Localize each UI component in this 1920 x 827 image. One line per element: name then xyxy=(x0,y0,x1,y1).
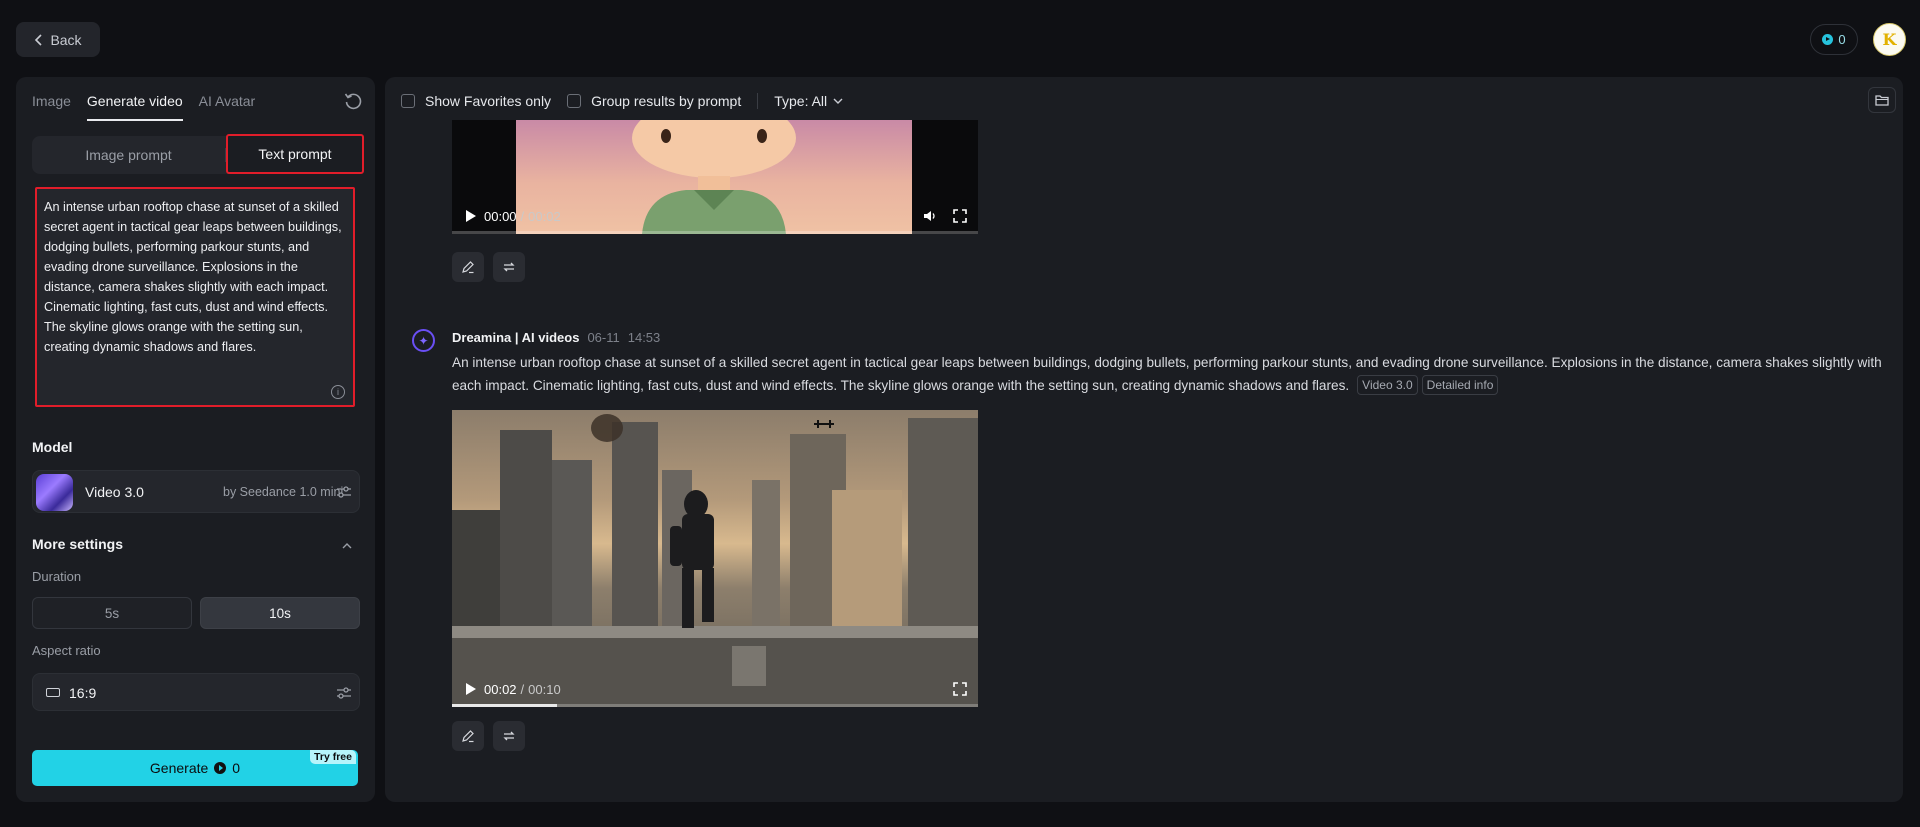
video-player-2[interactable]: 00:02 / 00:10 xyxy=(452,410,978,707)
video-progress[interactable] xyxy=(452,704,978,707)
aspect-ratio-selector[interactable]: 16:9 xyxy=(32,673,360,711)
play-icon[interactable] xyxy=(466,683,476,695)
current-time: 00:02 xyxy=(484,681,517,697)
tab-image[interactable]: Image xyxy=(32,91,71,121)
generate-label: Generate xyxy=(149,760,209,776)
aspect-ratio-label: Aspect ratio xyxy=(32,643,101,658)
rooftop-scene-image xyxy=(452,414,978,707)
aspect-ratio-value: 16:9 xyxy=(69,685,97,701)
folder-icon xyxy=(1875,95,1889,106)
credit-coin-icon xyxy=(1822,34,1834,45)
entry-author: Dreamina | AI videos xyxy=(452,330,580,345)
time-separator: / xyxy=(520,681,525,697)
try-free-badge: Try free xyxy=(310,750,356,764)
more-settings-title[interactable]: More settings xyxy=(32,536,123,552)
model-tag[interactable]: Video 3.0 xyxy=(1357,375,1418,395)
model-name: Video 3.0 xyxy=(85,484,144,500)
fullscreen-icon[interactable] xyxy=(952,681,968,697)
type-dropdown[interactable]: Type: All xyxy=(774,93,843,109)
back-label: Back xyxy=(50,31,82,48)
group-filter[interactable]: Group results by prompt xyxy=(567,93,741,109)
regenerate-button[interactable] xyxy=(493,721,525,751)
edit-button[interactable] xyxy=(452,252,484,282)
back-button[interactable]: Back xyxy=(16,22,100,57)
avatar[interactable]: K xyxy=(1873,23,1906,56)
generation-panel: Image Generate video AI Avatar Image pro… xyxy=(16,77,375,802)
entry-date: 06-11 xyxy=(587,330,620,345)
top-bar: Back 0 K xyxy=(0,0,1920,77)
settings-sliders-icon[interactable] xyxy=(336,484,352,500)
video-actions-2 xyxy=(452,721,525,751)
results-panel: Show Favorites only Group results by pro… xyxy=(385,77,1903,802)
duration-10s-button[interactable]: 10s xyxy=(200,597,360,629)
group-checkbox[interactable] xyxy=(567,94,582,108)
prompt-text: An intense urban rooftop chase at sunset… xyxy=(44,200,342,354)
progress-fill xyxy=(452,704,558,707)
aspect-ratio-icon xyxy=(46,688,60,697)
text-prompt-button[interactable]: Text prompt xyxy=(226,134,364,174)
dreamina-logo-icon: ✦ xyxy=(412,329,435,352)
duration-options: 5s 10s xyxy=(32,597,360,629)
duration-label: Duration xyxy=(32,569,82,584)
tab-ai-avatar[interactable]: AI Avatar xyxy=(199,91,256,121)
detailed-info-tag[interactable]: Detailed info xyxy=(1421,375,1499,395)
video-controls: 00:00 / 00:02 xyxy=(452,198,978,234)
entry-prompt-text: An intense urban rooftop chase at sunset… xyxy=(452,355,1882,393)
edit-button[interactable] xyxy=(452,721,484,751)
folder-button[interactable] xyxy=(1868,87,1896,113)
repeat-icon xyxy=(503,262,515,272)
current-time: 00:00 xyxy=(484,208,517,224)
model-provider: by Seedance 1.0 mini xyxy=(223,485,344,499)
type-label: Type: All xyxy=(774,93,828,109)
credit-coin-icon xyxy=(214,762,227,774)
generate-button[interactable]: Generate 0 Try free xyxy=(32,750,358,786)
mode-tabs: Image Generate video AI Avatar xyxy=(32,91,255,121)
entry-time: 14:53 xyxy=(627,330,661,345)
chevron-left-icon xyxy=(35,33,43,46)
favorites-checkbox[interactable] xyxy=(401,94,415,108)
time-separator: / xyxy=(520,208,525,224)
settings-sliders-icon[interactable] xyxy=(336,685,352,701)
info-icon[interactable]: i xyxy=(331,385,345,399)
credits-badge[interactable]: 0 xyxy=(1810,24,1858,55)
credits-count: 0 xyxy=(1838,32,1846,47)
volume-icon[interactable] xyxy=(922,208,938,224)
avatar-letter: K xyxy=(1882,30,1897,49)
filter-bar: Show Favorites only Group results by pro… xyxy=(401,90,859,112)
image-prompt-button[interactable]: Image prompt xyxy=(32,136,225,174)
group-label: Group results by prompt xyxy=(591,93,742,109)
chevron-down-icon xyxy=(833,98,843,104)
video-actions-1 xyxy=(452,252,525,282)
prompt-textarea[interactable]: An intense urban rooftop chase at sunset… xyxy=(35,187,355,407)
prompt-mode-switch: Image prompt Text prompt xyxy=(32,134,364,174)
video-player-1[interactable]: 00:00 / 00:02 xyxy=(452,120,978,234)
video-controls: 00:02 / 00:10 xyxy=(452,671,978,707)
entry-header: Dreamina | AI videos 06-11 14:53 xyxy=(452,330,660,345)
total-time: 00:02 xyxy=(528,208,561,224)
model-title: Model xyxy=(32,439,73,455)
filter-divider xyxy=(757,93,759,109)
pencil-icon xyxy=(462,730,474,743)
entry-prompt: An intense urban rooftop chase at sunset… xyxy=(452,351,1882,397)
favorites-filter[interactable]: Show Favorites only xyxy=(401,93,551,109)
pencil-icon xyxy=(462,261,474,274)
repeat-icon xyxy=(503,731,515,741)
model-selector[interactable]: Video 3.0 by Seedance 1.0 mini xyxy=(32,470,360,513)
video-progress[interactable] xyxy=(452,231,978,234)
generate-cost: 0 xyxy=(232,760,241,776)
duration-5s-button[interactable]: 5s xyxy=(32,597,192,629)
total-time: 00:10 xyxy=(528,681,561,697)
tab-generate-video[interactable]: Generate video xyxy=(86,91,183,121)
favorites-label: Show Favorites only xyxy=(425,93,552,109)
reset-icon[interactable] xyxy=(343,91,363,111)
model-thumbnail xyxy=(36,474,73,511)
regenerate-button[interactable] xyxy=(493,252,525,282)
chevron-up-icon[interactable] xyxy=(341,540,353,552)
play-icon[interactable] xyxy=(466,210,476,222)
fullscreen-icon[interactable] xyxy=(952,208,968,224)
